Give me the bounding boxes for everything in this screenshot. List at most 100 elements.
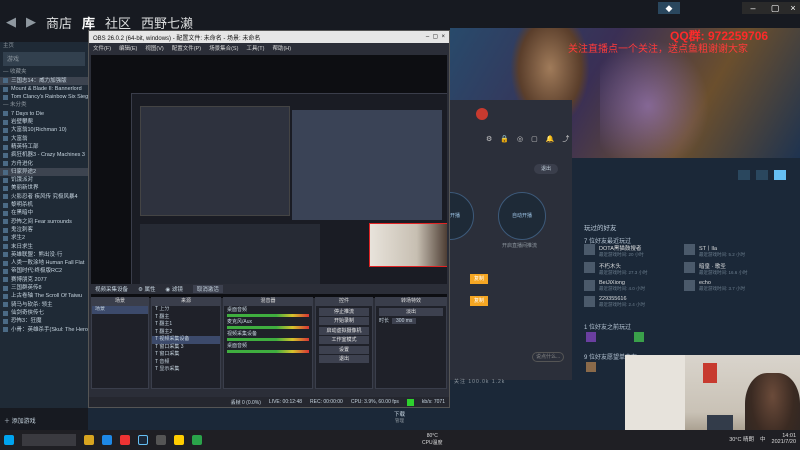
source-item[interactable]: T 显示采集 (152, 366, 220, 374)
friend-item[interactable]: 不朽木头 最近游戏时间: 27.3 小时 (584, 262, 648, 276)
nav-library[interactable]: 库 (82, 13, 95, 32)
obs-menu-item[interactable]: 文件(F) (93, 44, 111, 52)
nav-community[interactable]: 社区 (105, 13, 131, 32)
friend-item[interactable]: 229355616 最近游戏时间: 2.4 小时 (584, 296, 645, 308)
maximize-icon[interactable]: ▢ (764, 2, 786, 14)
friend-item[interactable]: DOTA黑猫鼓搜者 最近游戏时间: 20 小时 (584, 244, 644, 258)
taskbar-search[interactable] (22, 434, 76, 446)
chat-input[interactable]: 说点什么... (532, 352, 564, 362)
mixer-channel[interactable]: 桌面音频 (224, 342, 312, 353)
sidebar-game-item[interactable]: 精英特工部 (0, 143, 88, 151)
mixer-channel[interactable]: 视频采集设备 (224, 330, 312, 341)
sidebar-game-item[interactable]: 骑马与砍杀: 领主 (0, 301, 88, 309)
sidebar-game-item[interactable]: 恐怖之间 Fear surrounds (0, 218, 88, 226)
source-item[interactable]: T 音频 (152, 359, 220, 367)
sidebar-game-item[interactable]: 在黑暗中 (0, 209, 88, 217)
obs-menu-item[interactable]: 视图(V) (145, 44, 163, 52)
avatar[interactable] (634, 332, 644, 342)
avatar[interactable] (586, 332, 596, 342)
sidebar-game-item[interactable]: 归家异途2 (0, 167, 88, 177)
sidebar-game-item[interactable]: 帝国时代:终极版RC2 (0, 267, 88, 275)
avatar[interactable] (586, 362, 596, 372)
obs-menu-item[interactable]: 场景集合(S) (209, 44, 238, 52)
source-item[interactable]: T 上分 (152, 306, 220, 314)
volume-meter[interactable] (227, 314, 309, 317)
duration-input[interactable]: 300 ms (392, 317, 417, 324)
sidebar-game-item[interactable]: 疯狂机器3 - Crazy Machines 3 (0, 151, 88, 159)
mixer-channel[interactable]: 桌面音频 (224, 306, 312, 317)
sidebar-game-item[interactable]: 上古卷轴 The Scroll Of Taiwu (0, 292, 88, 300)
app-icon[interactable] (192, 435, 202, 445)
source-item[interactable]: T 翻主1 (152, 321, 220, 329)
control-button[interactable]: 设置 (319, 345, 369, 354)
copy-key-button[interactable]: 复制 (470, 296, 488, 306)
sidebar-game-item[interactable]: 火影忍者 疾风传 究极风暴4 (0, 193, 88, 201)
sidebar-game-item[interactable]: 大富翁 (0, 135, 88, 143)
edge-icon[interactable] (102, 435, 112, 445)
forward-arrow-icon[interactable]: ▶ (26, 14, 36, 30)
volume-meter[interactable] (227, 338, 309, 341)
deactivate-button[interactable]: 取消激活 (192, 285, 223, 293)
panel-toolbar-icons[interactable]: ⚙🔒◎▢🔔⤴ (486, 134, 577, 144)
sidebar-game-item[interactable]: Tom Clancy's Rainbow Six Siege (0, 93, 88, 101)
steam-icon[interactable] (138, 435, 148, 445)
sidebar-game-item[interactable]: 恐怖3：狂魔 (0, 317, 88, 325)
source-item[interactable]: T 翻主 (152, 314, 220, 322)
sidebar-game-item[interactable]: 求生2 (0, 234, 88, 242)
gear-icon[interactable]: ⚙ 属性 (138, 285, 155, 293)
input-language[interactable]: 中 (760, 435, 766, 443)
sidebar-section-header[interactable]: — 未分类 (0, 101, 88, 109)
control-button[interactable]: 启动虚拟摄像机 (319, 326, 369, 335)
auto-live-button[interactable]: 自动开播 (498, 192, 546, 240)
exit-button[interactable]: 退出 (534, 164, 558, 174)
sidebar-home[interactable]: 主页 (0, 42, 88, 50)
info-icon[interactable] (756, 170, 768, 180)
obs-menu-item[interactable]: 配置文件(P) (172, 44, 201, 52)
control-button[interactable]: 停止推流 (319, 307, 369, 316)
source-item[interactable]: T 窗口采集 3 (152, 344, 220, 352)
close-icon[interactable]: × (786, 2, 800, 14)
filter-icon[interactable]: ◉ 滤镜 (166, 285, 183, 293)
minimize-icon[interactable]: – (742, 2, 764, 14)
sidebar-game-item[interactable]: 7 Days to Die (0, 110, 88, 118)
nav-profile[interactable]: 西野七濑 (141, 13, 193, 32)
sidebar-game-item[interactable]: 英雄联盟：熊出没·行 (0, 251, 88, 259)
friend-item[interactable]: BeiJiXiong 最近游戏时间: 4.0 小时 (584, 280, 645, 292)
source-item[interactable]: T 窗口采集 (152, 351, 220, 359)
sidebar-game-item[interactable]: 末日求生 (0, 243, 88, 251)
sidebar-game-item[interactable]: 鬼泣刺客 (0, 226, 88, 234)
sidebar-game-item[interactable]: 小骨：英雄杀手(Skul: The Hero Slayer) (0, 326, 88, 334)
sidebar-game-item[interactable]: 赛博朋克 2077 (0, 276, 88, 284)
control-button[interactable]: 开始录制 (319, 317, 369, 325)
sidebar-game-item[interactable]: 黎明杀机 (0, 201, 88, 209)
transition-select[interactable]: 淡出 (379, 307, 443, 316)
sidebar-game-item[interactable]: 仙剑奇侠传七 (0, 309, 88, 317)
settings-gear-icon[interactable] (738, 170, 750, 180)
sidebar-game-item[interactable]: 大富翁10(Richman 10) (0, 126, 88, 134)
app-icon[interactable] (174, 435, 184, 445)
obs-window-controls[interactable]: – ▢ × (426, 33, 445, 41)
sidebar-game-item[interactable]: 三国群英传8 (0, 284, 88, 292)
clock[interactable]: 14:01 2021/7/20 (772, 433, 796, 445)
downloads-button[interactable]: 下载 管理 (394, 410, 405, 424)
obs-menu-item[interactable]: 编辑(E) (119, 44, 137, 52)
friend-item[interactable]: 暗皇 · 歌圣 最近游戏时间: 16.6 小时 (684, 262, 748, 276)
control-button[interactable]: 工作室模式 (319, 336, 369, 344)
file-explorer-icon[interactable] (84, 435, 94, 445)
control-button[interactable]: 退出 (319, 355, 369, 363)
back-arrow-icon[interactable]: ◀ (6, 14, 16, 30)
mixer-channel[interactable]: 麦克风/Aux (224, 318, 312, 329)
sidebar-section-header[interactable]: — 收藏夹 (0, 68, 88, 76)
friend-item[interactable]: echo 最近游戏时间: 3.7 小时 (684, 280, 745, 292)
weather-widget[interactable]: 30°C 晴朗 (729, 435, 754, 443)
sidebar-game-item[interactable]: Mount & Blade II: Bannerlord (0, 85, 88, 93)
obs-menu-item[interactable]: 工具(T) (246, 44, 264, 52)
sidebar-game-item[interactable]: 人类一败涂地 Human Fall Flat (0, 259, 88, 267)
favorite-star-icon[interactable] (774, 170, 786, 180)
windows-start-icon[interactable] (4, 435, 14, 445)
sidebar-game-item[interactable]: 岩壁攀爬 (0, 118, 88, 126)
sidebar-game-item[interactable]: 美丽新世界 (0, 184, 88, 192)
volume-meter[interactable] (227, 350, 309, 353)
sidebar-game-item[interactable]: 饥饿派对 (0, 176, 88, 184)
selected-webcam-source[interactable] (369, 223, 447, 267)
